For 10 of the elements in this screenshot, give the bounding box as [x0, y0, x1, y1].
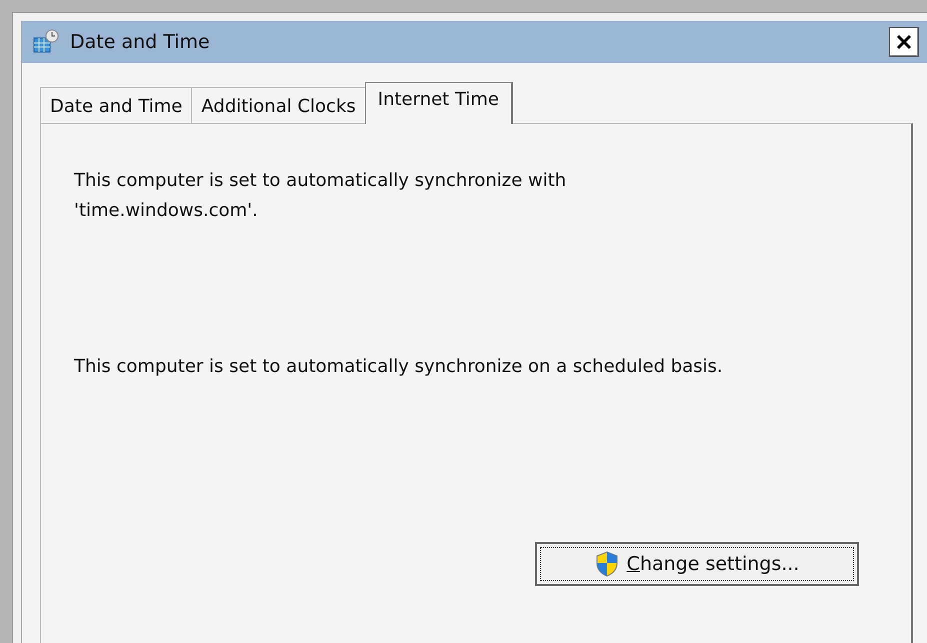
calendar-clock-icon [32, 29, 60, 55]
shield-icon [594, 551, 619, 577]
window-title: Date and Time [70, 31, 211, 53]
tab[interactable]: Internet Time [364, 82, 514, 124]
tab[interactable]: Date and Time [40, 87, 192, 123]
close-button[interactable] [889, 27, 919, 57]
close-icon [896, 34, 912, 50]
status-message: This computer is set to automatically synchronize on a scheduled basis. [74, 355, 724, 379]
change-settings-button[interactable]: Change settings... [535, 542, 859, 586]
status-message: This computer is set to automatically synchronize with 'time.windows.com'. [74, 169, 568, 223]
